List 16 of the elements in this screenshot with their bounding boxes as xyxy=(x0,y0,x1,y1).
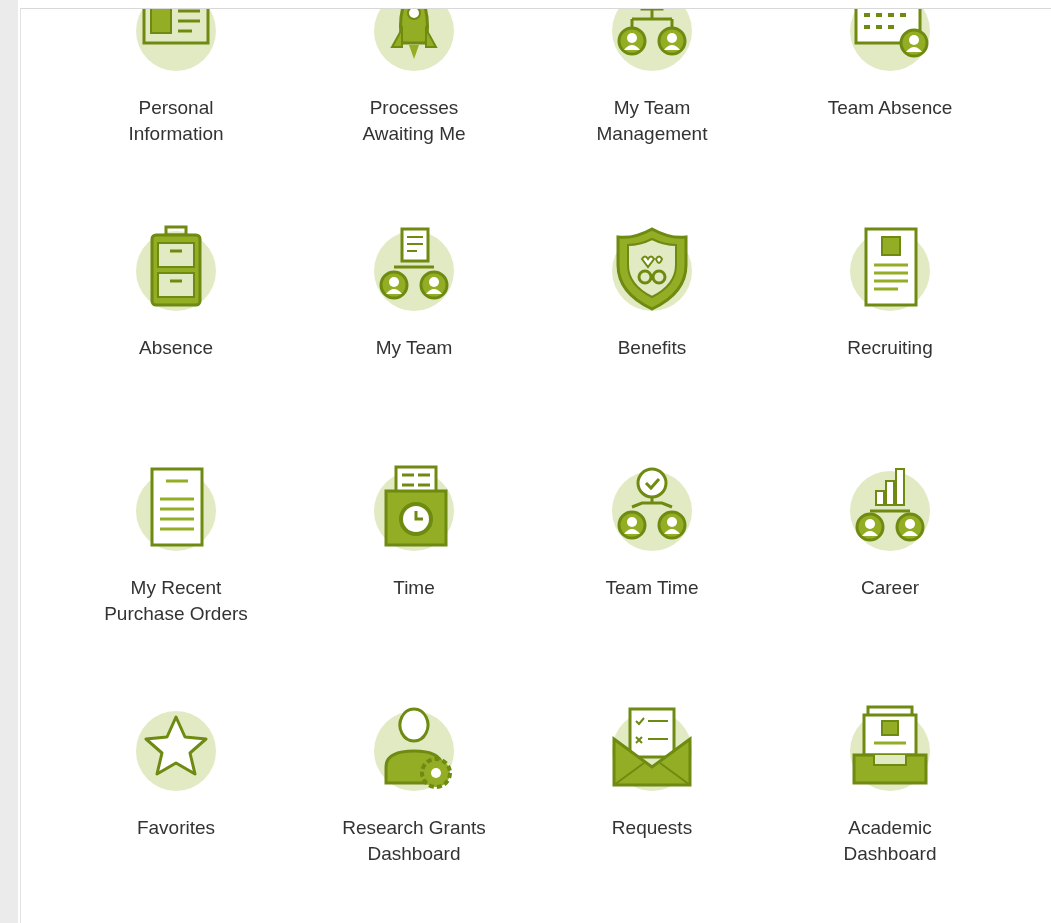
app-label[interactable]: Recruiting xyxy=(847,335,933,361)
app-label[interactable]: Research Grants Dashboard xyxy=(342,815,486,867)
app-label[interactable]: Academic Dashboard xyxy=(843,815,937,867)
app-label[interactable]: Requests xyxy=(611,815,693,841)
app-label[interactable]: My Team Management xyxy=(596,95,708,147)
app-label[interactable]: Favorites xyxy=(136,815,216,841)
app-label[interactable]: Benefits xyxy=(617,335,687,361)
app-label[interactable]: Team Absence xyxy=(827,95,953,121)
app-label[interactable]: Team Time xyxy=(605,575,699,601)
app-label[interactable]: Processes Awaiting Me xyxy=(362,95,466,147)
app-label[interactable]: Personal Information xyxy=(128,95,224,147)
app-label[interactable]: Career xyxy=(860,575,920,601)
app-label[interactable]: Time xyxy=(393,575,435,601)
app-label[interactable]: My Team xyxy=(375,335,453,361)
app-label[interactable]: Absence xyxy=(139,335,213,361)
app-label[interactable]: My Recent Purchase Orders xyxy=(104,575,248,627)
